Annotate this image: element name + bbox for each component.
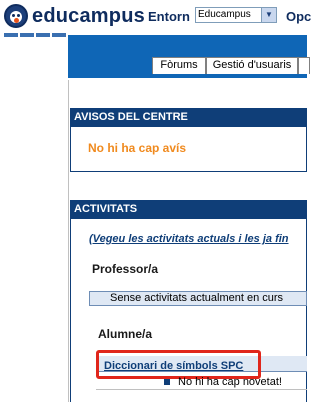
- avisos-section: AVISOS DEL CENTRE: [70, 108, 307, 172]
- chevron-down-icon[interactable]: ▼: [261, 8, 276, 22]
- tab-user-management[interactable]: Gestió d'usuaris: [206, 57, 298, 74]
- owl-eye-left: [12, 14, 15, 17]
- bullet-icon: [164, 379, 170, 386]
- teacher-role-label: Professor/a: [92, 262, 159, 276]
- avisos-heading: AVISOS DEL CENTRE: [71, 109, 306, 127]
- tab-user-management-label: Gestió d'usuaris: [212, 59, 292, 71]
- course-link[interactable]: Diccionari de símbols SPC: [104, 360, 243, 372]
- row-divider: [96, 389, 307, 390]
- left-divider: [68, 80, 69, 402]
- owl-eye-right: [17, 14, 20, 17]
- tab-forums[interactable]: Fòrums: [152, 57, 206, 74]
- teacher-empty-text: Sense activitats actualment en curs: [110, 292, 284, 304]
- student-role-label: Alumne/a: [98, 327, 153, 341]
- entorn-label: Entorn: [148, 9, 190, 24]
- options-menu-label[interactable]: Opc: [286, 9, 311, 24]
- news-item: No hi ha cap novetat!: [164, 376, 282, 388]
- owl-beak: [14, 18, 19, 23]
- view-activities-link[interactable]: (Vegeu les activitats actuals i les ja f…: [89, 233, 289, 245]
- owl-face: [10, 11, 22, 23]
- brand-name[interactable]: educampus: [32, 5, 145, 28]
- owl-logo-icon[interactable]: [4, 4, 28, 28]
- entorn-select-value: Educampus: [198, 9, 251, 20]
- teacher-empty-row: Sense activitats actualment en curs: [89, 291, 307, 306]
- news-text: No hi ha cap novetat!: [178, 376, 282, 388]
- entorn-select[interactable]: Educampus ▼: [195, 7, 277, 23]
- avisos-empty-text: No hi ha cap avís: [88, 141, 187, 155]
- activitats-heading: ACTIVITATS: [71, 201, 306, 219]
- tab-more[interactable]: [298, 57, 310, 74]
- tab-forums-label: Fòrums: [160, 59, 198, 71]
